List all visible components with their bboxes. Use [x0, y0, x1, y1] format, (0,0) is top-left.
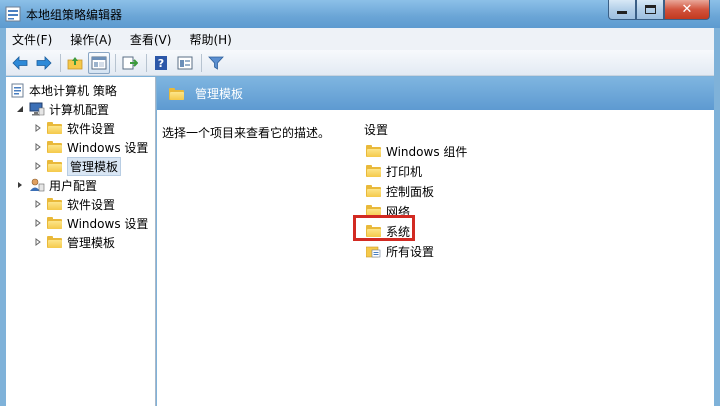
folder-icon	[47, 122, 62, 134]
menu-bar: 文件(F) 操作(A) 查看(V) 帮助(H)	[6, 28, 714, 50]
close-icon: ✕	[681, 2, 693, 17]
folder-icon	[366, 185, 381, 197]
collapsed-arrow-icon[interactable]	[34, 219, 42, 227]
tree-item-user-software-settings[interactable]: 软件设置	[34, 195, 115, 213]
group-policy-app-icon	[5, 6, 21, 22]
toolbar-separator	[201, 53, 202, 72]
properties-button[interactable]	[174, 52, 196, 74]
details-header: 管理模板	[157, 77, 714, 110]
show-hide-tree-icon	[91, 56, 107, 69]
settings-item-printers[interactable]: 打印机	[364, 161, 467, 181]
folder-icon	[366, 145, 381, 157]
folder-icon	[47, 160, 62, 172]
toolbar-separator	[146, 53, 147, 72]
help-button[interactable]: ?	[150, 52, 172, 74]
collapsed-arrow-icon[interactable]	[34, 238, 42, 246]
svg-text:?: ?	[158, 57, 164, 70]
filter-icon	[208, 56, 224, 70]
collapsed-arrow-icon[interactable]	[34, 124, 42, 132]
tree-item-user-config[interactable]: 用户配置	[16, 176, 97, 194]
settings-item-all-settings[interactable]: 所有设置	[364, 241, 467, 261]
details-pane: 管理模板 选择一个项目来查看它的描述。 设置 Windows 组件 打印机 控制…	[157, 77, 714, 406]
export-list-button[interactable]	[119, 52, 141, 74]
tree-label-user-windows-settings: Windows 设置	[67, 216, 149, 231]
up-level-button[interactable]	[64, 52, 86, 74]
tree-label-computer-config: 计算机配置	[49, 102, 110, 117]
settings-item-label: Windows 组件	[386, 144, 468, 159]
maximize-button[interactable]	[636, 0, 664, 20]
close-button[interactable]: ✕	[664, 0, 710, 20]
user-icon	[30, 178, 45, 192]
expanded-arrow-icon[interactable]	[16, 105, 24, 113]
computer-icon	[29, 102, 45, 116]
tree-item-user-admin-templates[interactable]: 管理模板	[34, 233, 115, 251]
settings-item-label: 打印机	[386, 164, 423, 179]
tree-item-user-windows-settings[interactable]: Windows 设置	[34, 214, 148, 232]
collapsed-arrow-icon[interactable]	[34, 162, 42, 170]
menu-help[interactable]: 帮助(H)	[189, 31, 231, 48]
description-text: 选择一个项目来查看它的描述。	[162, 126, 331, 140]
minimize-icon	[617, 11, 627, 14]
navigation-tree: 本地计算机 策略 计算机配置 软件设置 Windows 设置 管理模板 用户配置…	[6, 77, 156, 406]
tree-label-user-software-settings: 软件设置	[67, 197, 116, 212]
back-arrow-icon	[12, 55, 28, 70]
tree-item-computer-config[interactable]: 计算机配置	[16, 100, 109, 118]
tree-label-user-admin-templates: 管理模板	[67, 235, 116, 250]
back-button[interactable]	[9, 52, 31, 74]
all-settings-icon	[366, 246, 381, 257]
toolbar: ?	[6, 50, 714, 76]
folder-icon	[47, 141, 62, 153]
tree-label-software-settings: 软件设置	[67, 121, 116, 136]
export-list-icon	[122, 56, 138, 69]
tree-root[interactable]: 本地计算机 策略	[10, 81, 117, 99]
folder-icon	[47, 236, 62, 248]
tree-label-admin-templates: 管理模板	[67, 156, 122, 176]
settings-item-label: 所有设置	[386, 244, 435, 259]
title-bar: 本地组策略编辑器 ✕	[0, 0, 720, 28]
window-controls: ✕	[608, 0, 710, 20]
toolbar-separator	[60, 53, 61, 72]
tree-label-windows-settings: Windows 设置	[67, 140, 149, 155]
folder-icon	[47, 198, 62, 210]
tree-item-windows-settings[interactable]: Windows 设置	[34, 138, 148, 156]
settings-column-header[interactable]: 设置	[364, 121, 467, 139]
filter-button[interactable]	[205, 52, 227, 74]
highlight-annotation-box	[353, 215, 415, 241]
menu-file[interactable]: 文件(F)	[12, 31, 52, 48]
forward-arrow-icon	[36, 55, 52, 70]
menu-action[interactable]: 操作(A)	[70, 31, 112, 48]
policy-document-icon	[11, 83, 24, 97]
minimize-button[interactable]	[608, 0, 636, 20]
tree-item-software-settings[interactable]: 软件设置	[34, 119, 115, 137]
properties-icon	[177, 56, 193, 69]
up-folder-icon	[67, 56, 83, 69]
details-header-title: 管理模板	[195, 87, 244, 101]
help-icon: ?	[155, 55, 167, 70]
toolbar-separator	[115, 53, 116, 72]
settings-item-windows-components[interactable]: Windows 组件	[364, 141, 467, 161]
collapsed-arrow-icon[interactable]	[16, 181, 24, 189]
maximize-icon	[644, 5, 656, 14]
tree-label-user-config: 用户配置	[49, 178, 98, 193]
settings-item-control-panel[interactable]: 控制面板	[364, 181, 467, 201]
tree-item-admin-templates-selected[interactable]: 管理模板	[34, 156, 122, 176]
folder-icon	[169, 87, 184, 100]
tree-root-label: 本地计算机 策略	[29, 83, 117, 98]
folder-icon	[366, 165, 381, 177]
settings-item-label: 控制面板	[386, 184, 435, 199]
show-hide-tree-button[interactable]	[88, 51, 110, 74]
collapsed-arrow-icon[interactable]	[34, 200, 42, 208]
menu-view[interactable]: 查看(V)	[130, 31, 172, 48]
folder-icon	[47, 217, 62, 229]
collapsed-arrow-icon[interactable]	[34, 143, 42, 151]
window-title: 本地组策略编辑器	[26, 8, 123, 22]
forward-button[interactable]	[33, 52, 55, 74]
